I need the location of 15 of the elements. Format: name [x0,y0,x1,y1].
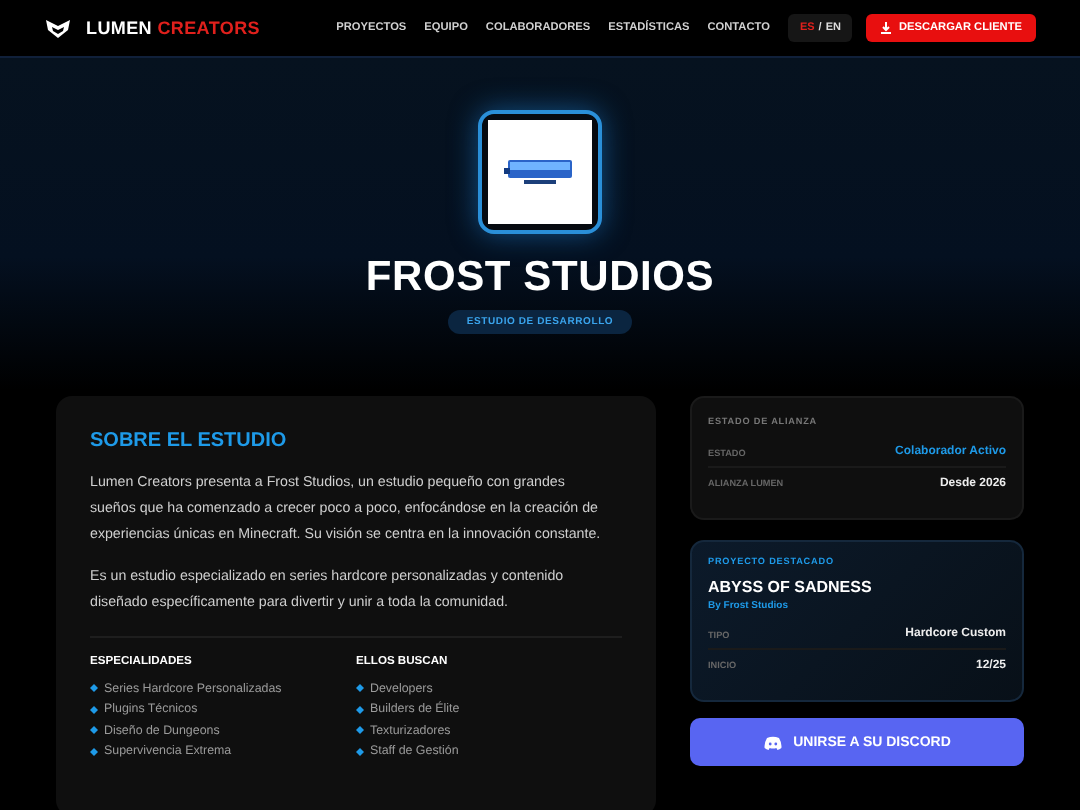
diamond-icon [356,747,364,756]
diamond-icon [356,684,364,693]
gamepad-face-icon [763,735,782,749]
diamond-icon [356,705,364,714]
brand-name: LUMEN CREATORS [86,18,260,38]
studio-title: FROST STUDIOS [365,254,715,302]
diamond-icon [90,747,98,756]
diamond-icon [90,726,98,735]
project-title: ABYSS OF SADNESS [708,578,874,596]
download-icon [880,22,893,34]
diamond-icon [356,726,364,735]
diamond-icon [90,705,98,714]
section-heading: SOBRE EL ESTUDIO [90,430,289,452]
logo-icon [46,19,70,37]
diamond-icon [90,684,98,693]
